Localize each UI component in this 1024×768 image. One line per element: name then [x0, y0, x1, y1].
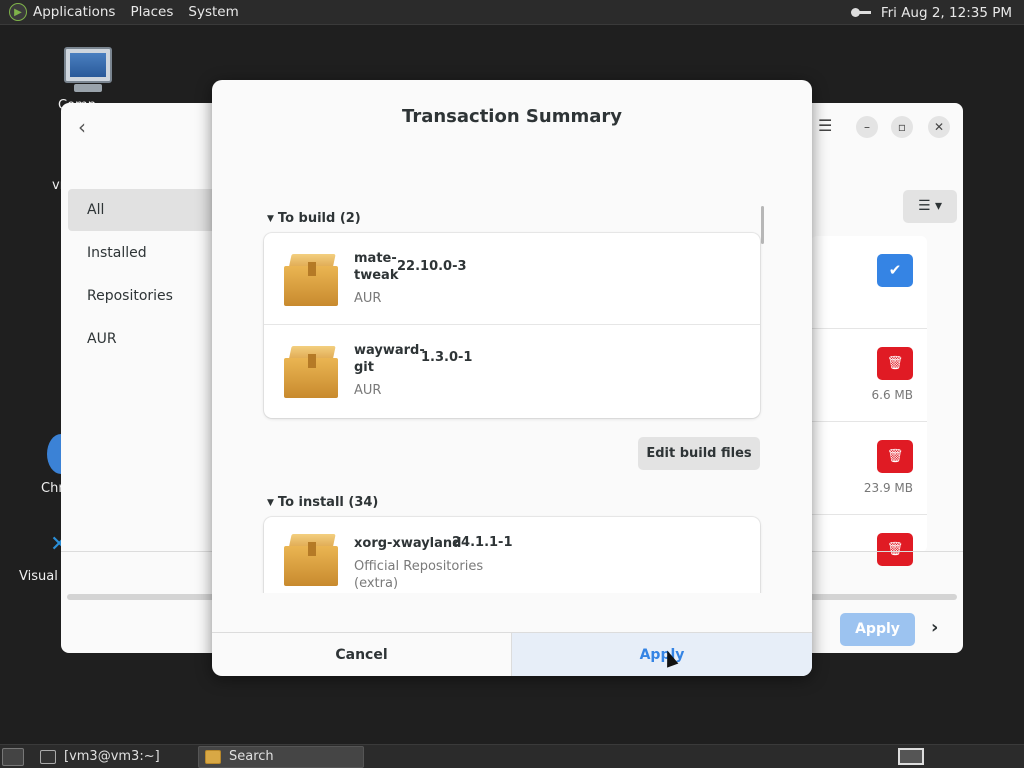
expander-down-icon: ▼ [267, 498, 274, 508]
dialog-footer: Cancel Apply [212, 632, 812, 676]
package-box-icon [284, 532, 338, 586]
apply-button-background[interactable]: Apply [840, 613, 915, 646]
clock[interactable]: Fri Aug 2, 12:35 PM [881, 5, 1012, 21]
keyring-icon[interactable] [850, 7, 871, 19]
expander-down-icon: ▼ [267, 214, 274, 224]
sidebar-item-all[interactable]: All [68, 189, 218, 231]
computer-stand [74, 84, 102, 92]
taskbar-item-search[interactable]: Search [198, 745, 364, 768]
view-mode-button[interactable]: ☰ ▾ [903, 190, 957, 223]
row-divider [811, 328, 927, 329]
package-name: xorg-xwayland [354, 536, 462, 551]
vertical-scrollbar[interactable] [761, 206, 764, 244]
menu-system[interactable]: System [188, 4, 238, 20]
distro-logo-icon[interactable]: ▶ [9, 3, 27, 21]
package-list: ✔ 🗑 6.6 MB 🗑 23.9 MB 🗑 [811, 236, 927, 566]
row-divider [811, 421, 927, 422]
dialog-title: Transaction Summary [402, 106, 622, 127]
section-to-build-header[interactable]: ▼ To build (2) [267, 211, 361, 226]
computer-icon[interactable] [64, 47, 112, 83]
package-box-icon [284, 252, 338, 306]
package-name: mate- tweak [354, 251, 399, 283]
sidebar: All Installed Repositories AUR [68, 189, 218, 361]
dialog-scroll-area[interactable]: ▼To build (2) mate- tweak 22.10.0-3 AUR [212, 198, 812, 593]
package-repo: Official Repositories (extra) [354, 559, 484, 591]
taskbar-item-label: Search [229, 749, 274, 764]
package-name: wayward- git [354, 343, 425, 375]
transaction-summary-dialog: Transaction Summary ▼ To build (2) mate- … [212, 80, 812, 676]
sidebar-item-aur[interactable]: AUR [68, 318, 218, 360]
section-to-install-header[interactable]: ▼ To install (34) [267, 495, 378, 510]
check-icon[interactable]: ✔ [877, 254, 913, 287]
package-version: 24.1.1-1 [452, 535, 513, 550]
hamburger-menu-icon[interactable]: ☰ [818, 116, 832, 135]
package-size: 6.6 MB [871, 388, 913, 402]
back-arrow-icon[interactable]: ‹ [78, 115, 86, 139]
package-row[interactable]: xorg-xwayland 24.1.1-1 Official Reposito… [264, 517, 760, 593]
trash-icon[interactable]: 🗑 [877, 533, 913, 566]
to-install-card: xorg-xwayland 24.1.1-1 Official Reposito… [264, 517, 760, 593]
section-label: To build (2) [277, 211, 361, 226]
to-build-card: mate- tweak 22.10.0-3 AUR wayward- git 1… [264, 233, 760, 418]
taskbar-item-terminal[interactable]: [vm3@vm3:~] [34, 746, 194, 768]
minimize-icon[interactable]: – [856, 116, 878, 138]
trash-icon[interactable]: 🗑 [877, 440, 913, 473]
terminal-icon [40, 749, 56, 764]
workspace-switcher[interactable] [898, 748, 924, 765]
close-icon[interactable]: ✕ [928, 116, 950, 138]
show-desktop-icon[interactable] [2, 747, 24, 766]
section-label: To install (34) [277, 495, 379, 510]
edit-build-files-button[interactable]: Edit build files [638, 437, 760, 470]
trash-icon[interactable]: 🗑 [877, 347, 913, 380]
package-repo: AUR [354, 291, 382, 306]
package-row[interactable]: mate- tweak 22.10.0-3 AUR [264, 233, 760, 325]
folder-icon [205, 749, 221, 764]
list-icon: ☰ ▾ [917, 198, 943, 214]
cancel-button[interactable]: Cancel [212, 633, 512, 676]
package-version: 22.10.0-3 [397, 259, 467, 274]
row-divider [811, 514, 927, 515]
top-panel: ▶ Applications Places System Fri Aug 2, … [0, 0, 1024, 25]
taskbar-item-label: [vm3@vm3:~] [64, 749, 160, 764]
package-size: 23.9 MB [863, 481, 913, 495]
package-version: 1.3.0-1 [421, 350, 473, 365]
package-row[interactable]: wayward- git 1.3.0-1 AUR [264, 325, 760, 417]
package-repo: AUR [354, 383, 382, 398]
menu-places[interactable]: Places [130, 4, 173, 20]
bottom-taskbar: [vm3@vm3:~] Search [0, 744, 1024, 768]
sidebar-item-installed[interactable]: Installed [68, 232, 218, 274]
maximize-icon[interactable]: ▫ [891, 116, 913, 138]
menu-applications[interactable]: Applications [33, 4, 115, 20]
chevron-right-icon[interactable]: › [931, 617, 938, 638]
package-box-icon [284, 344, 338, 398]
sidebar-item-repositories[interactable]: Repositories [68, 275, 218, 317]
